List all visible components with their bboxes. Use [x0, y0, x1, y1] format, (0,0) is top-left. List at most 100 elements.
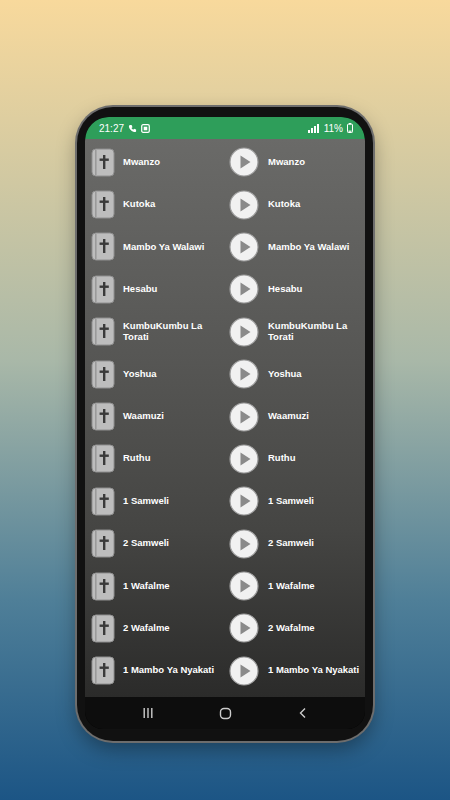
audio-book-item[interactable]: 1 Mambo Ya Nyakati: [225, 656, 365, 686]
read-book-item[interactable]: 1 Mambo Ya Nyakati: [85, 656, 225, 685]
phone-frame: 21:27 11% Mwanzo Mwanzo Kutoka Kutoka Mambo …: [77, 107, 373, 741]
book-title: 1 Mambo Ya Nyakati: [123, 665, 214, 676]
audio-book-item[interactable]: Ruthu: [225, 444, 365, 474]
book-row: Mwanzo Mwanzo: [85, 141, 365, 183]
read-book-item[interactable]: 2 Wafalme: [85, 614, 225, 643]
book-list: MwanzoMwanzoKutokaKutokaMambo Ya WalawiM…: [85, 139, 365, 697]
audio-title: KumbuKumbu La Torati: [268, 321, 365, 343]
read-book-item[interactable]: Mwanzo: [85, 148, 225, 177]
bible-icon: [91, 614, 115, 643]
bible-icon: [91, 190, 115, 219]
audio-title: Kutoka: [268, 199, 300, 210]
audio-book-item[interactable]: Yoshua: [225, 359, 365, 389]
bible-icon: [91, 317, 115, 346]
audio-book-item[interactable]: 2 Wafalme: [225, 613, 365, 643]
book-row: Hesabu Hesabu: [85, 268, 365, 310]
home-icon[interactable]: [219, 707, 232, 720]
play-icon[interactable]: [229, 359, 259, 389]
read-book-item[interactable]: KumbuKumbu La Torati: [85, 317, 225, 346]
recent-apps-icon[interactable]: [142, 707, 154, 719]
bible-icon: [91, 148, 115, 177]
play-icon[interactable]: [229, 190, 259, 220]
audio-book-item[interactable]: Mambo Ya Walawi: [225, 232, 365, 262]
play-icon[interactable]: [229, 613, 259, 643]
book-row: Waamuzi Waamuzi: [85, 395, 365, 437]
signal-icon: [308, 124, 320, 133]
bible-icon: [91, 232, 115, 261]
audio-book-item[interactable]: 2 Samweli: [225, 529, 365, 559]
book-row: KumbuKumbu La Torati KumbuKumbu La Torati: [85, 311, 365, 353]
read-book-item[interactable]: Ruthu: [85, 444, 225, 473]
audio-book-item[interactable]: Kutoka: [225, 190, 365, 220]
play-icon[interactable]: [229, 444, 259, 474]
play-icon[interactable]: [229, 317, 259, 347]
audio-title: 1 Mambo Ya Nyakati: [268, 665, 359, 676]
play-icon[interactable]: [229, 274, 259, 304]
audio-book-item[interactable]: KumbuKumbu La Torati: [225, 317, 365, 347]
read-book-item[interactable]: Kutoka: [85, 190, 225, 219]
play-icon[interactable]: [229, 402, 259, 432]
bible-icon: [91, 444, 115, 473]
read-book-item[interactable]: 1 Wafalme: [85, 572, 225, 601]
audio-title: Waamuzi: [268, 411, 309, 422]
book-title: Waamuzi: [123, 411, 164, 422]
book-row: Kutoka Kutoka: [85, 183, 365, 225]
bible-icon: [91, 275, 115, 304]
book-row: 1 Wafalme 1 Wafalme: [85, 565, 365, 607]
bible-icon: [91, 487, 115, 516]
read-book-item[interactable]: Waamuzi: [85, 402, 225, 431]
play-icon[interactable]: [229, 571, 259, 601]
read-book-item[interactable]: Hesabu: [85, 275, 225, 304]
audio-title: 2 Samweli: [268, 538, 314, 549]
book-row: Ruthu Ruthu: [85, 438, 365, 480]
book-title: Hesabu: [123, 284, 157, 295]
read-book-item[interactable]: Mambo Ya Walawi: [85, 232, 225, 261]
bible-icon: [91, 656, 115, 685]
book-title: 1 Samweli: [123, 496, 169, 507]
book-title: 1 Wafalme: [123, 581, 170, 592]
audio-book-item[interactable]: Waamuzi: [225, 402, 365, 432]
play-icon[interactable]: [229, 656, 259, 686]
audio-title: 1 Samweli: [268, 496, 314, 507]
book-title: 2 Wafalme: [123, 623, 170, 634]
book-title: Mambo Ya Walawi: [123, 242, 204, 253]
audio-title: Mwanzo: [268, 157, 305, 168]
play-icon[interactable]: [229, 486, 259, 516]
audio-book-item[interactable]: 1 Wafalme: [225, 571, 365, 601]
phone-screen: 21:27 11% Mwanzo Mwanzo Kutoka Kutoka Mambo …: [85, 117, 365, 729]
play-icon[interactable]: [229, 529, 259, 559]
bible-icon: [91, 529, 115, 558]
play-icon[interactable]: [229, 232, 259, 262]
book-row: 1 Samweli 1 Samweli: [85, 480, 365, 522]
read-book-item[interactable]: 2 Samweli: [85, 529, 225, 558]
audio-book-item[interactable]: Hesabu: [225, 274, 365, 304]
audio-book-item[interactable]: Mwanzo: [225, 147, 365, 177]
book-row: 2 Wafalme 2 Wafalme: [85, 607, 365, 649]
audio-title: Mambo Ya Walawi: [268, 242, 349, 253]
bible-icon: [91, 402, 115, 431]
bible-icon: [91, 572, 115, 601]
audio-title: 1 Wafalme: [268, 581, 315, 592]
audio-title: Yoshua: [268, 369, 302, 380]
book-title: Ruthu: [123, 453, 150, 464]
book-title: Yoshua: [123, 369, 157, 380]
battery-level: 11%: [324, 121, 343, 136]
bible-icon: [91, 360, 115, 389]
read-book-item[interactable]: Yoshua: [85, 360, 225, 389]
audio-title: Ruthu: [268, 453, 295, 464]
book-row: Yoshua Yoshua: [85, 353, 365, 395]
book-title: KumbuKumbu La Torati: [123, 321, 225, 343]
book-title: Mwanzo: [123, 157, 160, 168]
notification-icon: [141, 124, 150, 133]
audio-book-item[interactable]: 1 Samweli: [225, 486, 365, 516]
back-icon[interactable]: [297, 707, 309, 719]
book-title: 2 Samweli: [123, 538, 169, 549]
book-row: 2 Samweli 2 Samweli: [85, 523, 365, 565]
audio-title: 2 Wafalme: [268, 623, 315, 634]
battery-icon: [347, 123, 353, 133]
read-book-item[interactable]: 1 Samweli: [85, 487, 225, 516]
play-icon[interactable]: [229, 147, 259, 177]
book-row: Mambo Ya Walawi Mambo Ya Walawi: [85, 226, 365, 268]
clock: 21:27: [99, 121, 124, 136]
book-title: Kutoka: [123, 199, 155, 210]
